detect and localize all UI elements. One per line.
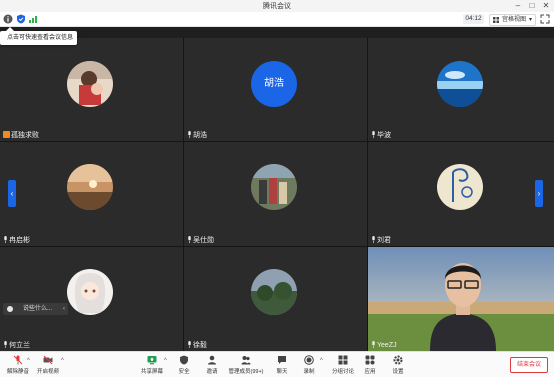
signal-icon [29, 16, 37, 23]
end-meeting-button[interactable]: 结束会议 [510, 357, 548, 373]
participant-tile[interactable]: 冉启彬 [0, 142, 183, 246]
view-mode-label: 宫格视图 [502, 17, 527, 23]
participant-tile[interactable]: 胡浩 胡浩 [184, 38, 367, 141]
participant-name: YeeZJ [371, 341, 397, 350]
mic-icon [4, 341, 7, 348]
participant-video-tile[interactable]: YeeZJ [368, 247, 554, 351]
shield-icon[interactable] [16, 14, 26, 24]
prev-page-button[interactable]: ‹ [8, 180, 16, 207]
participant-name: 冉启彬 [3, 236, 30, 245]
chat-icon [278, 356, 286, 364]
chevron-down-icon: ▾ [528, 17, 532, 23]
control-bar: 解除静音 ^ 开启视频 ^ 共享屏幕 ^ 安全 邀请 管理成员(99+) 聊天 … [0, 351, 554, 377]
participant-name: 吴仕勋 [187, 236, 214, 245]
meeting-timer: 04:12 [463, 14, 484, 24]
video-grid: 孤独求败 胡浩 胡浩 毕波 冉启彬 吴仕勋 刘君 何立兰 徐毅 YeeZJ [0, 38, 554, 351]
apps-icon [365, 355, 375, 365]
settings-button[interactable]: 设置 [382, 355, 414, 375]
shield-icon [180, 355, 188, 365]
meeting-toolbar: 04:12 宫格视图 ▾ [0, 12, 554, 27]
start-video-button[interactable]: 开启视频 [32, 355, 64, 375]
mic-muted-icon [13, 355, 23, 365]
invite-icon [208, 355, 216, 365]
participant-video [368, 247, 554, 351]
window-titlebar: 腾讯会议 – □ ✕ [0, 0, 554, 12]
participant-tile[interactable]: 徐毅 [184, 247, 367, 351]
emoji-icon[interactable] [7, 306, 13, 312]
gear-icon [393, 355, 403, 365]
participant-avatar [67, 269, 113, 315]
chevron-up-icon[interactable]: ^ [164, 358, 167, 364]
mic-icon [188, 131, 191, 138]
participant-avatar: 胡浩 [251, 61, 297, 107]
members-icon [241, 356, 251, 365]
mic-icon [188, 236, 191, 243]
participant-tile[interactable]: 毕波 [368, 38, 554, 141]
grid-view-icon [493, 17, 499, 23]
quick-chat-placeholder: 说些什么... [23, 306, 53, 312]
share-screen-icon [147, 356, 157, 365]
participant-tile[interactable]: 孤独求败 [0, 38, 183, 141]
participant-name: 刘君 [371, 236, 391, 245]
participant-avatar [437, 164, 483, 210]
view-mode-button[interactable]: 宫格视图 ▾ [489, 14, 536, 26]
next-page-button[interactable]: › [535, 180, 543, 207]
participant-avatar [251, 269, 297, 315]
fullscreen-icon[interactable] [540, 14, 550, 24]
close-icon[interactable]: ✕ [539, 0, 553, 12]
participant-avatar [67, 164, 113, 210]
participant-tile[interactable]: 吴仕勋 [184, 142, 367, 246]
meeting-info-tooltip: 点击可快速查看会议信息 [0, 27, 77, 45]
participant-name: 毕波 [371, 131, 391, 140]
participant-tile[interactable]: 刘君 [368, 142, 554, 246]
maximize-icon[interactable]: □ [525, 0, 539, 12]
mic-icon [188, 341, 191, 348]
chevron-left-icon[interactable]: ‹ [63, 303, 65, 315]
mic-icon [372, 341, 375, 348]
window-title: 腾讯会议 [263, 3, 291, 10]
chevron-right-icon: › [537, 189, 541, 198]
mic-icon [372, 131, 375, 138]
participant-avatar [437, 61, 483, 107]
chevron-up-icon[interactable]: ^ [320, 358, 323, 364]
tooltip-text: 点击可快速查看会议信息 [7, 35, 74, 41]
participant-avatar [251, 164, 297, 210]
quick-chat-input[interactable]: 说些什么... ‹ [3, 303, 68, 315]
host-icon [3, 131, 10, 138]
participant-name: 孤独求败 [3, 131, 39, 140]
chevron-up-icon[interactable]: ^ [27, 358, 30, 364]
participant-tile[interactable]: 何立兰 [0, 247, 183, 351]
participant-avatar [67, 61, 113, 107]
chevron-up-icon[interactable]: ^ [61, 358, 64, 364]
info-icon[interactable] [3, 14, 13, 24]
minimize-icon[interactable]: – [511, 0, 525, 12]
participant-name: 何立兰 [3, 341, 30, 350]
manage-members-button[interactable]: 管理成员(99+) [224, 355, 268, 375]
chevron-left-icon: ‹ [10, 189, 14, 198]
breakout-icon [338, 355, 348, 365]
participant-name: 徐毅 [187, 341, 207, 350]
mic-icon [372, 236, 375, 243]
record-icon [304, 355, 314, 365]
mic-icon [4, 236, 7, 243]
participant-name: 胡浩 [187, 131, 207, 140]
camera-off-icon [43, 355, 53, 365]
